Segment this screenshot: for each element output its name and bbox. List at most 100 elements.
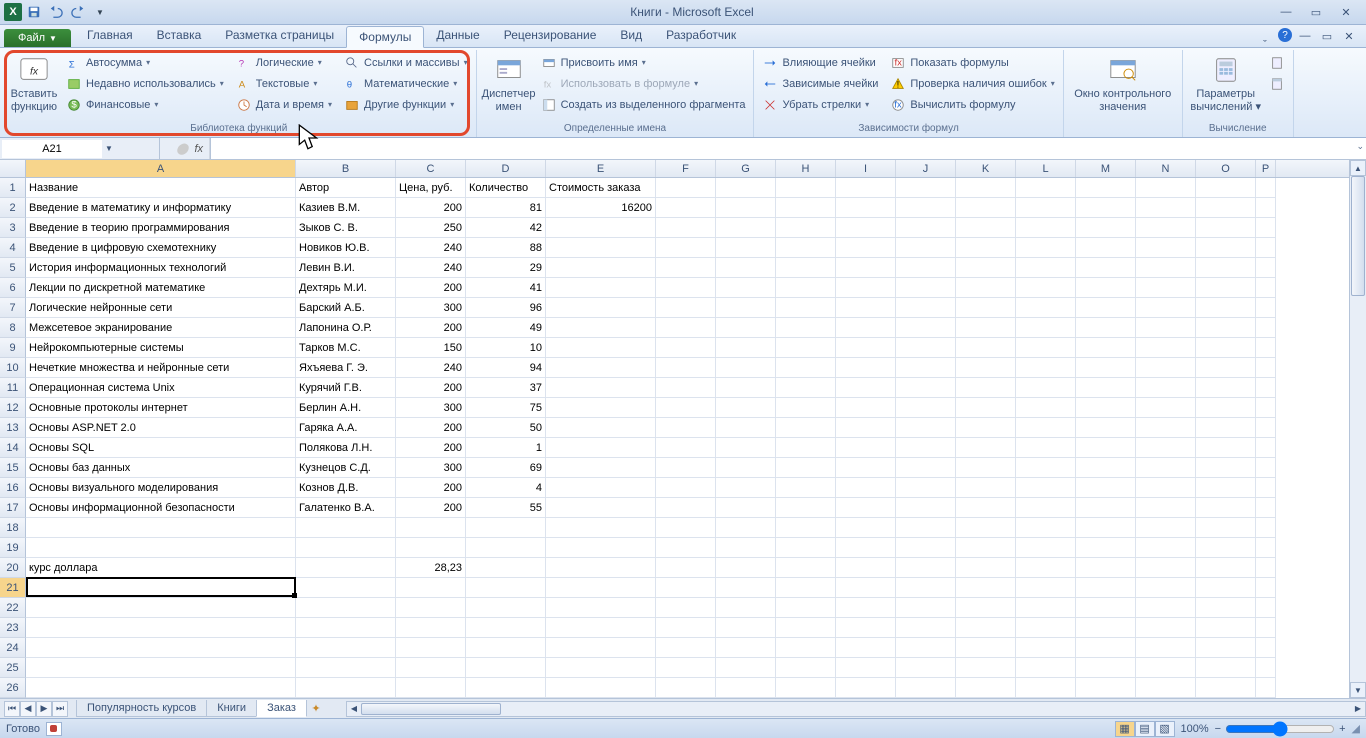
cell[interactable]: 94 xyxy=(466,358,546,378)
cell[interactable] xyxy=(716,418,776,438)
cell[interactable] xyxy=(1256,598,1276,618)
cell[interactable] xyxy=(896,598,956,618)
cell[interactable] xyxy=(1196,338,1256,358)
view-pagebreak-icon[interactable]: ▧ xyxy=(1155,721,1175,737)
cell[interactable] xyxy=(716,438,776,458)
cell[interactable] xyxy=(896,218,956,238)
cell[interactable] xyxy=(836,198,896,218)
cell[interactable]: Нейрокомпьютерные системы xyxy=(26,338,296,358)
cell[interactable] xyxy=(836,518,896,538)
cell[interactable] xyxy=(1256,518,1276,538)
cell[interactable] xyxy=(1136,198,1196,218)
spreadsheet-grid[interactable]: ABCDEFGHIJKLMNOP 1НазваниеАвторЦена, руб… xyxy=(0,160,1366,698)
cell[interactable] xyxy=(656,418,716,438)
cell[interactable]: Основные протоколы интернет xyxy=(26,398,296,418)
row-header[interactable]: 16 xyxy=(0,478,26,498)
cell[interactable] xyxy=(1256,218,1276,238)
cell[interactable] xyxy=(1076,218,1136,238)
cell[interactable] xyxy=(836,178,896,198)
cell[interactable] xyxy=(296,638,396,658)
cell[interactable] xyxy=(1076,418,1136,438)
cell[interactable] xyxy=(26,678,296,698)
cell[interactable] xyxy=(716,238,776,258)
cell[interactable] xyxy=(26,618,296,638)
col-header-J[interactable]: J xyxy=(896,160,956,177)
cell[interactable] xyxy=(836,638,896,658)
cell[interactable] xyxy=(1136,258,1196,278)
cell[interactable] xyxy=(296,578,396,598)
row-header[interactable]: 23 xyxy=(0,618,26,638)
cell[interactable] xyxy=(1076,598,1136,618)
cell[interactable] xyxy=(836,678,896,698)
cell[interactable] xyxy=(776,418,836,438)
cell[interactable] xyxy=(546,478,656,498)
cell[interactable] xyxy=(466,658,546,678)
cell[interactable] xyxy=(396,658,466,678)
cell[interactable] xyxy=(1136,558,1196,578)
cell[interactable] xyxy=(1076,278,1136,298)
cell[interactable] xyxy=(1136,218,1196,238)
cell[interactable]: Название xyxy=(26,178,296,198)
excel-icon[interactable]: X xyxy=(4,3,22,21)
row-header[interactable]: 22 xyxy=(0,598,26,618)
cell[interactable] xyxy=(1016,278,1076,298)
cell[interactable] xyxy=(656,178,716,198)
row-header[interactable]: 11 xyxy=(0,378,26,398)
cell[interactable] xyxy=(1196,478,1256,498)
cell[interactable] xyxy=(776,498,836,518)
cell[interactable] xyxy=(546,418,656,438)
zoom-slider[interactable] xyxy=(1225,721,1335,737)
cell[interactable]: 240 xyxy=(396,258,466,278)
cell[interactable] xyxy=(896,358,956,378)
cell[interactable] xyxy=(546,358,656,378)
new-sheet-button[interactable]: ✦ xyxy=(306,702,326,715)
cell[interactable] xyxy=(716,498,776,518)
cell[interactable] xyxy=(1196,178,1256,198)
cell[interactable] xyxy=(1256,198,1276,218)
cell[interactable] xyxy=(896,198,956,218)
cell[interactable] xyxy=(896,338,956,358)
cell[interactable] xyxy=(1016,318,1076,338)
cell[interactable] xyxy=(956,458,1016,478)
horizontal-scrollbar[interactable]: ◀ ▶ xyxy=(346,701,1366,717)
cell[interactable]: Основы баз данных xyxy=(26,458,296,478)
cell[interactable] xyxy=(656,538,716,558)
cell[interactable]: 41 xyxy=(466,278,546,298)
file-tab[interactable]: Файл▼ xyxy=(4,29,71,47)
cell[interactable] xyxy=(1076,298,1136,318)
watch-window-button[interactable]: Окно контрольногозначения xyxy=(1068,52,1178,121)
cell[interactable] xyxy=(1256,578,1276,598)
cell[interactable] xyxy=(1016,218,1076,238)
cell[interactable] xyxy=(836,578,896,598)
row-header[interactable]: 9 xyxy=(0,338,26,358)
cell[interactable] xyxy=(26,538,296,558)
sheet-nav-first-icon[interactable]: ⏮ xyxy=(4,701,20,717)
cell[interactable] xyxy=(836,218,896,238)
cell[interactable] xyxy=(546,618,656,638)
calculation-options-button[interactable]: Параметрывычислений ▾ xyxy=(1187,52,1265,121)
cell[interactable] xyxy=(836,338,896,358)
fx-icon[interactable]: fx xyxy=(194,143,203,155)
cell[interactable]: курс доллара xyxy=(26,558,296,578)
cell[interactable] xyxy=(1256,398,1276,418)
cell[interactable] xyxy=(1016,538,1076,558)
cell[interactable] xyxy=(836,398,896,418)
cell[interactable] xyxy=(956,418,1016,438)
close-button[interactable]: ✕ xyxy=(1334,4,1358,20)
cell[interactable]: 240 xyxy=(396,238,466,258)
error-checking-button[interactable]: !Проверка наличия ошибок▾ xyxy=(886,73,1058,94)
cell[interactable] xyxy=(546,438,656,458)
cell[interactable]: Введение в цифровую схемотехнику xyxy=(26,238,296,258)
cell[interactable] xyxy=(1076,318,1136,338)
cell[interactable] xyxy=(1136,598,1196,618)
cell[interactable] xyxy=(716,218,776,238)
cell[interactable] xyxy=(656,578,716,598)
save-icon[interactable] xyxy=(24,2,44,22)
cell[interactable] xyxy=(1016,238,1076,258)
col-header-I[interactable]: I xyxy=(836,160,896,177)
cell[interactable] xyxy=(716,398,776,418)
cell[interactable] xyxy=(836,558,896,578)
cell[interactable] xyxy=(546,558,656,578)
cell[interactable] xyxy=(656,238,716,258)
cell[interactable] xyxy=(836,318,896,338)
